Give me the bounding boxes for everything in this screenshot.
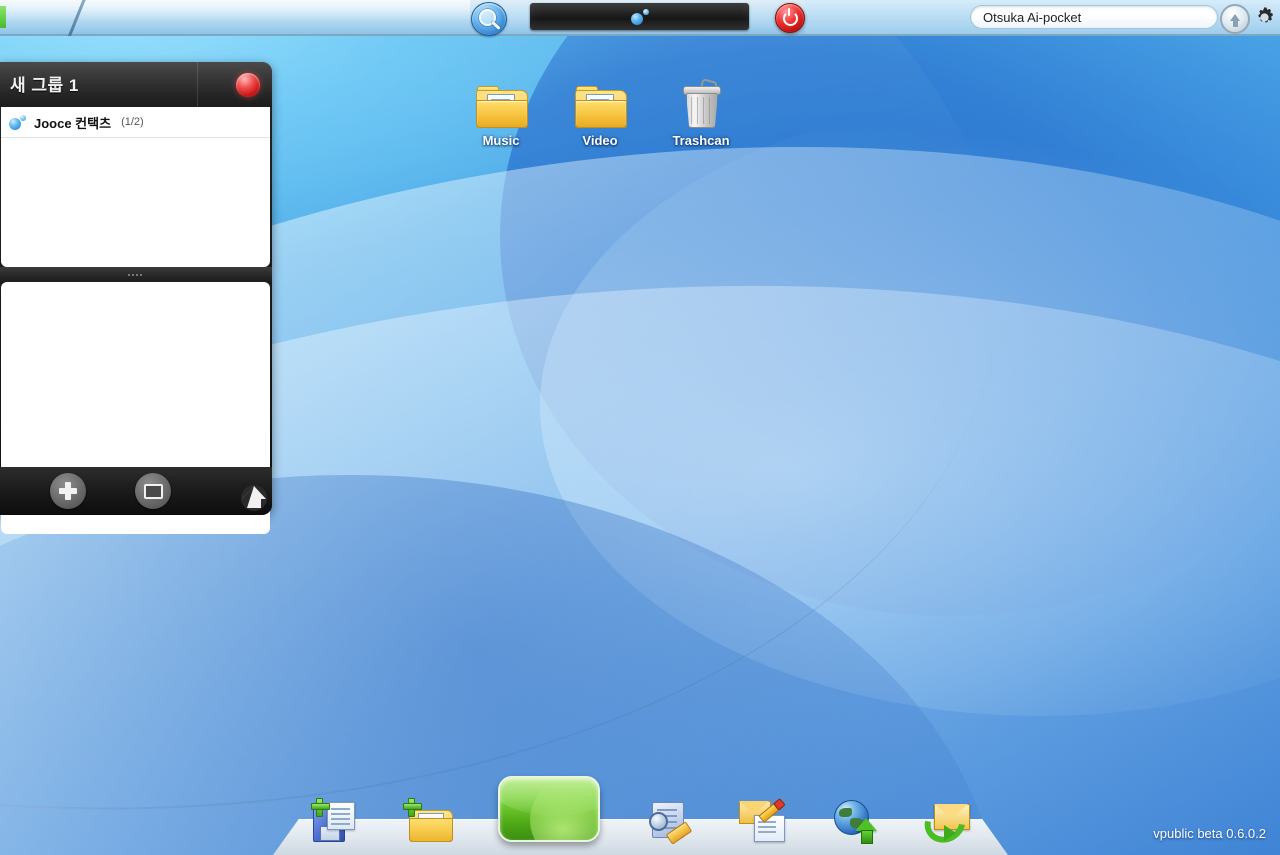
panel-title: 새 그룹 1 — [10, 76, 79, 95]
green-start-icon — [498, 776, 600, 842]
power-glyph — [782, 7, 798, 26]
gear-small-icon — [648, 812, 668, 831]
desktop-icon-music[interactable]: Music — [446, 78, 556, 148]
new-file-icon — [311, 798, 355, 842]
desktop-icon-label: Music — [482, 133, 520, 148]
folder-shape — [575, 86, 627, 128]
plus-glyph — [59, 482, 77, 500]
contacts-list: Jooce 컨택츠 (1/2) — [1, 107, 270, 267]
top-bar-accent-line — [46, 0, 116, 36]
sphere-big — [9, 117, 21, 130]
trashcan-icon — [646, 77, 756, 128]
folder-icon — [545, 78, 655, 128]
upload-arrow-icon[interactable] — [1220, 4, 1250, 34]
plus-icon[interactable] — [50, 473, 86, 509]
new-folder-icon — [402, 798, 453, 842]
folder-icon — [446, 78, 556, 128]
dock-item-compose-mail[interactable] — [739, 798, 786, 842]
sphere-small — [20, 114, 26, 121]
dock — [273, 772, 1008, 851]
folder-front — [408, 818, 453, 842]
folder-shape — [476, 86, 528, 128]
send-arrow-tip — [944, 825, 956, 841]
tools-settings-icon — [648, 800, 692, 845]
dock-item-start[interactable] — [498, 776, 600, 842]
contacts-panel: 새 그룹 1 Jooce 컨택츠 (1/2) — [0, 62, 272, 534]
top-bar: Otsuka Ai-pocket — [0, 0, 1280, 36]
green-plus-badge — [402, 798, 422, 817]
dock-item-new-file[interactable] — [311, 798, 355, 842]
trashcan-body — [686, 93, 718, 128]
resize-grip-icon[interactable] — [234, 482, 268, 512]
close-icon[interactable] — [236, 73, 260, 97]
desktop-icon-label: Trashcan — [672, 133, 730, 148]
desktop-screen: Otsuka Ai-pocket Music Video Trashcan 새 … — [0, 0, 1280, 855]
splitter-grip — [128, 273, 144, 276]
dock-item-upload-web[interactable] — [833, 800, 877, 844]
dock-item-send-mail[interactable] — [916, 795, 974, 851]
upload-arrow — [854, 818, 877, 844]
note-sheet — [754, 815, 785, 842]
compose-mail-icon — [739, 798, 786, 842]
send-mail-icon — [916, 795, 974, 851]
green-plus-badge — [311, 798, 330, 817]
list-item[interactable]: Jooce 컨택츠 (1/2) — [1, 107, 270, 138]
globe-upload-icon — [833, 800, 877, 844]
panel-header[interactable]: 새 그룹 1 — [0, 62, 272, 107]
jooce-logo-small-sphere — [642, 8, 649, 15]
power-icon[interactable] — [775, 3, 805, 33]
desktop-icon-video[interactable]: Video — [545, 78, 655, 148]
version-label: vpublic beta 0.6.0.2 — [1153, 826, 1266, 841]
jooce-sphere-icon — [9, 114, 26, 130]
top-bar-left-fill — [0, 0, 470, 34]
arrow-stem — [860, 830, 873, 844]
folder-front — [575, 100, 627, 128]
panel-splitter[interactable] — [0, 267, 272, 282]
dock-item-new-folder[interactable] — [402, 798, 453, 842]
username-field[interactable]: Otsuka Ai-pocket — [970, 5, 1218, 29]
jooce-logo-big-sphere — [630, 12, 643, 25]
jooce-logo-icon — [630, 8, 649, 25]
gear-icon[interactable] — [1251, 4, 1278, 31]
search-handle — [491, 20, 501, 31]
contact-name: Jooce 컨택츠 — [34, 115, 112, 131]
panel-header-separator — [197, 62, 198, 107]
desktop-icon-trashcan[interactable]: Trashcan — [646, 77, 756, 148]
status-marker — [0, 6, 6, 28]
jooce-logo-panel[interactable] — [530, 3, 749, 30]
window-glyph — [143, 483, 163, 499]
upload-arrow-glyph — [1230, 13, 1240, 27]
window-icon[interactable] — [135, 473, 171, 509]
file-sheet — [327, 802, 355, 830]
folder-front — [476, 100, 528, 128]
username-text: Otsuka Ai-pocket — [983, 9, 1082, 25]
dock-item-settings[interactable] — [648, 800, 692, 845]
contact-count: (1/2) — [121, 116, 144, 128]
trashcan-shape — [681, 77, 721, 128]
desktop-icon-label: Video — [582, 133, 618, 148]
search-icon[interactable] — [471, 2, 507, 36]
panel-footer — [0, 467, 272, 515]
